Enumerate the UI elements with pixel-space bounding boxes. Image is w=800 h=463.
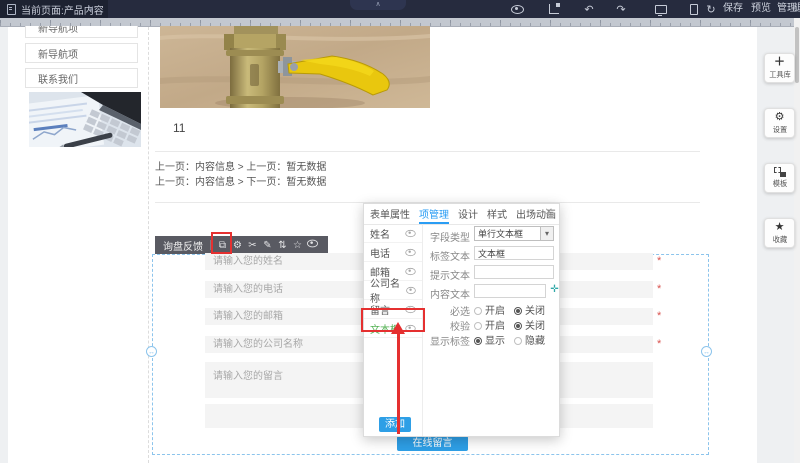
template-icon [774, 167, 786, 177]
favorites-button[interactable]: ★ 收藏 [764, 218, 795, 248]
mobile-view-icon[interactable] [686, 0, 702, 18]
tool-library-button[interactable]: ＋ 工具库 [764, 53, 795, 83]
gear-icon[interactable]: ⚙ [230, 240, 245, 251]
eye-icon[interactable] [305, 239, 320, 251]
show-radio[interactable]: 显示 [474, 332, 505, 347]
layout-guide-line [148, 27, 149, 463]
submit-button[interactable]: 在线留言 [397, 436, 468, 451]
hint-text-label: 提示文本 [426, 267, 470, 282]
edit-icon[interactable]: ✎ [260, 240, 275, 251]
panel-tab-bar: 表单属性 项管理 设计 样式 出场动画 [364, 204, 559, 225]
annotation-arrow-line [397, 333, 400, 434]
content-text-label: 内容文本 [426, 286, 470, 301]
field-type-label: 字段类型 [426, 229, 470, 244]
sidebar-item-new-nav[interactable]: 新导航项 [25, 43, 138, 63]
sidebar-laptop-image[interactable] [29, 92, 141, 147]
validate-off-radio[interactable]: 关闭 [514, 317, 545, 332]
dropdown-icon: ▾ [540, 227, 553, 240]
eye-icon[interactable] [406, 286, 415, 293]
pagination-prev-line[interactable]: 上一页：内容信息 > 上一页：暂无数据 [155, 158, 326, 173]
cut-icon[interactable]: ✂ [245, 240, 260, 251]
form-widget-toolbar: 询盘反馈 ⧉ ⚙ ✂ ✎ ⇅ ☆ [155, 236, 328, 254]
field-item-name[interactable]: 姓名 [364, 224, 422, 243]
sidebar-item-label: 新导航项 [38, 26, 78, 35]
required-asterisk: * [657, 338, 661, 350]
widget-name-label: 询盘反馈 [163, 238, 203, 253]
page-icon [7, 4, 16, 15]
tab-style[interactable]: 样式 [487, 204, 507, 224]
save-button[interactable]: 保存 [723, 0, 743, 18]
resize-handle-right[interactable]: ↔ [701, 346, 712, 357]
required-asterisk: * [657, 283, 661, 295]
snap-grid-icon[interactable] [546, 0, 562, 18]
required-on-radio[interactable]: 开启 [474, 302, 505, 317]
sidebar-item-label: 联系我们 [38, 71, 78, 86]
top-toolbar: 当前页面:产品内容 ∨ ∧ ↶ ↷ ↻ 保存 预览 管理 退出 [0, 0, 800, 18]
content-text-input[interactable] [474, 284, 546, 298]
show-tag-label: 显示标签 [426, 333, 470, 348]
required-off-radio[interactable]: 关闭 [514, 302, 545, 317]
sidebar-item-label: 新导航项 [38, 46, 78, 61]
validate-label: 校验 [426, 318, 470, 333]
star-icon: ★ [775, 222, 785, 233]
collapse-toolbar-button[interactable]: ∧ [350, 0, 406, 10]
eye-icon[interactable] [405, 267, 415, 274]
field-item-phone[interactable]: 电话 [364, 243, 422, 262]
pagination-next-line[interactable]: 上一页：内容信息 > 下一页：暂无数据 [155, 173, 326, 188]
settings-button[interactable]: ⚙ 设置 [764, 108, 795, 138]
preview-button[interactable]: 预览 [751, 0, 771, 18]
required-asterisk: * [657, 310, 661, 322]
chevron-down-icon[interactable]: ∨ [88, 4, 94, 13]
redo-icon[interactable]: ↷ [613, 0, 629, 18]
hide-radio[interactable]: 隐藏 [514, 332, 545, 347]
sidebar-item-contact-us[interactable]: 联系我们 [25, 68, 138, 88]
validate-on-radio[interactable]: 开启 [474, 317, 505, 332]
close-icon[interactable]: ✕ [545, 207, 553, 218]
label-text-label: 标签文本 [426, 248, 470, 263]
label-text-input[interactable] [474, 246, 554, 260]
tab-design[interactable]: 设计 [458, 204, 478, 224]
required-label: 必选 [426, 303, 470, 318]
history-icon[interactable]: ↻ [703, 0, 719, 18]
hint-text-input[interactable] [474, 265, 554, 279]
undo-icon[interactable]: ↶ [581, 0, 597, 18]
exit-button[interactable]: 退出 [794, 0, 800, 18]
content-heading: 11 [173, 121, 185, 135]
desktop-view-icon[interactable] [653, 0, 669, 18]
template-button[interactable]: 模板 [764, 163, 795, 193]
eye-icon[interactable] [405, 248, 415, 255]
eye-icon[interactable] [405, 229, 415, 236]
sidebar-item-clipped[interactable]: 新导航项 [25, 26, 138, 38]
add-field-button[interactable]: 添加 [379, 417, 411, 432]
gear-icon: ⚙ [775, 112, 785, 123]
chevron-up-icon: ∧ [375, 1, 380, 8]
field-item-company[interactable]: 公司名称 [364, 281, 422, 300]
field-type-select[interactable]: 单行文本框 ▾ [474, 226, 554, 241]
content-divider [155, 151, 700, 152]
canvas-left-margin [0, 27, 8, 463]
visibility-icon[interactable] [509, 0, 525, 18]
product-photo-valve[interactable] [160, 26, 430, 108]
required-asterisk: * [657, 255, 661, 267]
tab-form-properties[interactable]: 表单属性 [370, 204, 410, 224]
annotation-arrow-head [391, 322, 405, 334]
tab-item-management[interactable]: 项管理 [419, 204, 449, 224]
resize-handle-left[interactable]: ↔ [146, 346, 157, 357]
plus-icon: ＋ [774, 57, 785, 68]
scrollbar-thumb[interactable] [795, 27, 799, 83]
insert-variable-icon[interactable]: ✛ [549, 284, 560, 295]
favorite-icon[interactable]: ☆ [290, 240, 305, 251]
move-icon[interactable]: ⇅ [275, 240, 290, 251]
annotation-box-gear [211, 232, 232, 254]
